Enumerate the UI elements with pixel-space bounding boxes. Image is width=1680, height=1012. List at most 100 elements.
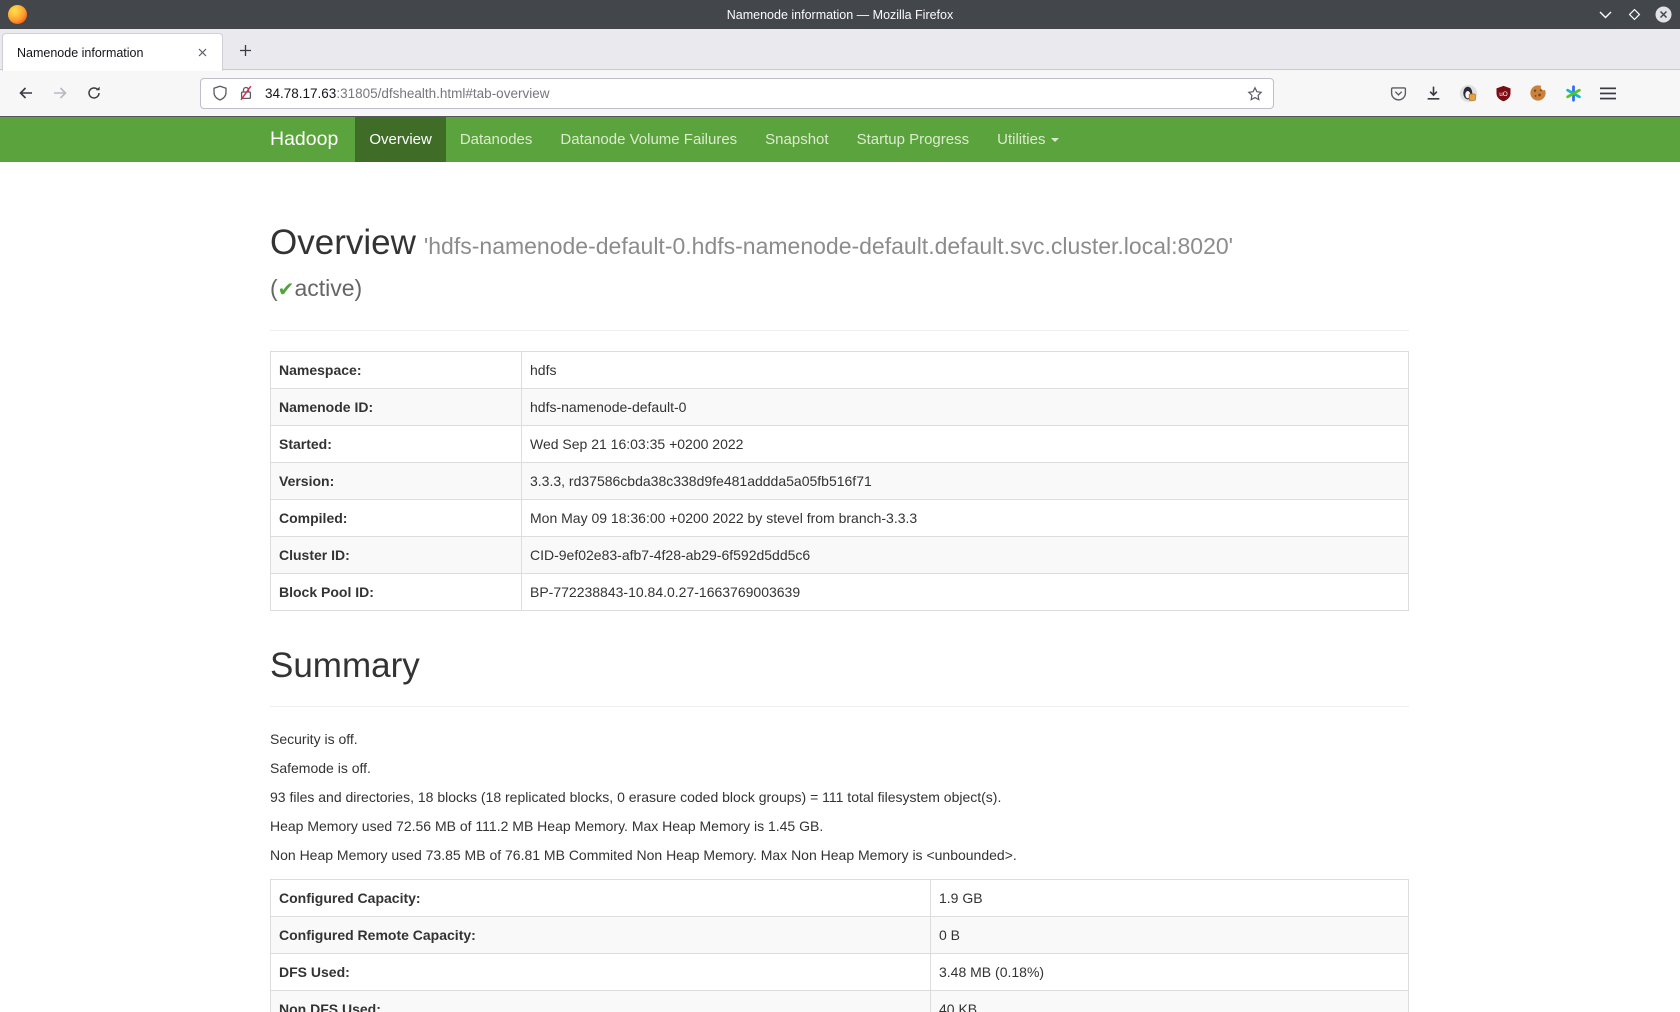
nav-item-label: Utilities <box>997 131 1045 148</box>
hadoop-nav-items: Overview Datanodes Datanode Volume Failu… <box>355 117 1073 162</box>
summary-paragraphs: Security is off. Safemode is off. 93 fil… <box>270 729 1409 865</box>
row-label: Non DFS Used: <box>271 991 931 1012</box>
svg-text:uO: uO <box>1499 90 1508 97</box>
row-label: Started: <box>271 426 522 463</box>
table-row: Configured Remote Capacity: 0 B <box>271 917 1409 954</box>
nav-item-label: Startup Progress <box>857 131 970 148</box>
row-value: hdfs-namenode-default-0 <box>522 389 1409 426</box>
nav-item[interactable]: Startup Progress <box>843 117 984 162</box>
divider <box>270 706 1409 707</box>
nav-item[interactable]: Datanodes <box>446 117 547 162</box>
minimize-icon[interactable] <box>1597 6 1614 23</box>
shield-permissions-icon[interactable] <box>209 82 231 104</box>
maximize-icon[interactable] <box>1626 6 1643 23</box>
row-value: Wed Sep 21 16:03:35 +0200 2022 <box>522 426 1409 463</box>
row-label: Version: <box>271 463 522 500</box>
window-controls <box>1597 0 1672 29</box>
row-label: Configured Remote Capacity: <box>271 917 931 954</box>
summary-paragraph: Non Heap Memory used 73.85 MB of 76.81 M… <box>270 845 1409 865</box>
row-label: Configured Capacity: <box>271 880 931 917</box>
row-value: 40 KB <box>931 991 1409 1012</box>
summary-paragraph: Security is off. <box>270 729 1409 749</box>
url-host: 34.78.17.63 <box>265 86 336 101</box>
table-row: Configured Capacity: 1.9 GB <box>271 880 1409 917</box>
chevron-down-icon <box>1051 138 1059 142</box>
nav-item-label: Overview <box>369 131 432 148</box>
row-label: Namenode ID: <box>271 389 522 426</box>
tab-strip: Namenode information <box>0 29 1680 70</box>
hadoop-brand[interactable]: Hadoop <box>270 117 338 162</box>
overview-heading: Overview 'hdfs-namenode-default-0.hdfs-na… <box>270 224 1409 265</box>
nav-item-label: Datanode Volume Failures <box>560 131 737 148</box>
overview-title: Overview <box>270 223 416 262</box>
firefox-logo-icon <box>8 5 27 24</box>
tab-namenode-information[interactable]: Namenode information <box>2 33 223 71</box>
page-content: Overview 'hdfs-namenode-default-0.hdfs-na… <box>270 224 1409 1012</box>
url-bar[interactable]: 34.78.17.63:31805/dfshealth.html#tab-ove… <box>200 78 1274 109</box>
toolbar-extensions: uO <box>1384 79 1622 107</box>
privacy-extension-icon[interactable] <box>1454 79 1482 107</box>
table-row: Compiled: Mon May 09 18:36:00 +0200 2022… <box>271 500 1409 537</box>
row-label: Block Pool ID: <box>271 574 522 611</box>
tab-title: Namenode information <box>17 46 192 60</box>
table-row: Block Pool ID: BP-772238843-10.84.0.27-1… <box>271 574 1409 611</box>
close-icon[interactable] <box>1655 6 1672 23</box>
status-label: active <box>294 275 354 301</box>
nav-item[interactable]: Overview <box>355 117 446 162</box>
summary-heading: Summary <box>270 647 1409 685</box>
pocket-icon[interactable] <box>1384 79 1412 107</box>
row-value: Mon May 09 18:36:00 +0200 2022 by stevel… <box>522 500 1409 537</box>
row-value: 1.9 GB <box>931 880 1409 917</box>
colorful-asterisk-extension-icon[interactable] <box>1559 79 1587 107</box>
bookmark-star-icon[interactable] <box>1243 82 1267 106</box>
divider <box>270 330 1409 331</box>
nav-item[interactable]: Datanode Volume Failures <box>546 117 751 162</box>
table-row: Non DFS Used: 40 KB <box>271 991 1409 1012</box>
insecure-lock-icon[interactable] <box>235 82 257 104</box>
reload-icon[interactable] <box>80 79 108 107</box>
row-label: Namespace: <box>271 352 522 389</box>
url-path: :31805/dfshealth.html#tab-overview <box>336 86 549 101</box>
ublock-origin-icon[interactable]: uO <box>1489 79 1517 107</box>
nav-item[interactable]: Utilities <box>983 117 1073 162</box>
new-tab-icon[interactable] <box>232 37 258 63</box>
row-label: Compiled: <box>271 500 522 537</box>
table-row: DFS Used: 3.48 MB (0.18%) <box>271 954 1409 991</box>
namenode-status: (✔active) <box>270 274 1409 304</box>
download-icon[interactable] <box>1419 79 1447 107</box>
status-paren-open: ( <box>270 275 278 301</box>
table-row: Namespace: hdfs <box>271 352 1409 389</box>
summary-paragraph: Safemode is off. <box>270 758 1409 778</box>
url-text: 34.78.17.63:31805/dfshealth.html#tab-ove… <box>265 86 549 101</box>
nav-item[interactable]: Snapshot <box>751 117 842 162</box>
menu-icon[interactable] <box>1594 79 1622 107</box>
summary-paragraph: Heap Memory used 72.56 MB of 111.2 MB He… <box>270 816 1409 836</box>
table-row: Started: Wed Sep 21 16:03:35 +0200 2022 <box>271 426 1409 463</box>
tab-close-icon[interactable] <box>192 43 212 63</box>
row-value: 3.48 MB (0.18%) <box>931 954 1409 991</box>
table-row: Cluster ID: CID-9ef02e83-afb7-4f28-ab29-… <box>271 537 1409 574</box>
cookie-extension-icon[interactable] <box>1524 79 1552 107</box>
namenode-info-table: Namespace: hdfs Namenode ID: hdfs-nameno… <box>270 351 1409 611</box>
row-value: BP-772238843-10.84.0.27-1663769003639 <box>522 574 1409 611</box>
namenode-host: 'hdfs-namenode-default-0.hdfs-namenode-d… <box>424 233 1233 259</box>
window-titlebar: Namenode information — Mozilla Firefox <box>0 0 1680 29</box>
hadoop-navbar: Hadoop Overview Datanodes Datanode Volum… <box>0 117 1680 162</box>
navigation-toolbar: 34.78.17.63:31805/dfshealth.html#tab-ove… <box>0 70 1680 117</box>
nav-item-label: Datanodes <box>460 131 533 148</box>
row-value: 0 B <box>931 917 1409 954</box>
check-icon: ✔ <box>278 279 295 301</box>
status-paren-close: ) <box>355 275 363 301</box>
row-label: DFS Used: <box>271 954 931 991</box>
table-row: Namenode ID: hdfs-namenode-default-0 <box>271 389 1409 426</box>
nav-item-label: Snapshot <box>765 131 828 148</box>
back-icon[interactable] <box>12 79 40 107</box>
row-value: 3.3.3, rd37586cbda38c338d9fe481addda5a05… <box>522 463 1409 500</box>
table-row: Version: 3.3.3, rd37586cbda38c338d9fe481… <box>271 463 1409 500</box>
forward-icon[interactable] <box>46 79 74 107</box>
capacity-table: Configured Capacity: 1.9 GB Configured R… <box>270 879 1409 1012</box>
row-label: Cluster ID: <box>271 537 522 574</box>
window-title: Namenode information — Mozilla Firefox <box>0 8 1680 22</box>
summary-paragraph: 93 files and directories, 18 blocks (18 … <box>270 787 1409 807</box>
row-value: hdfs <box>522 352 1409 389</box>
